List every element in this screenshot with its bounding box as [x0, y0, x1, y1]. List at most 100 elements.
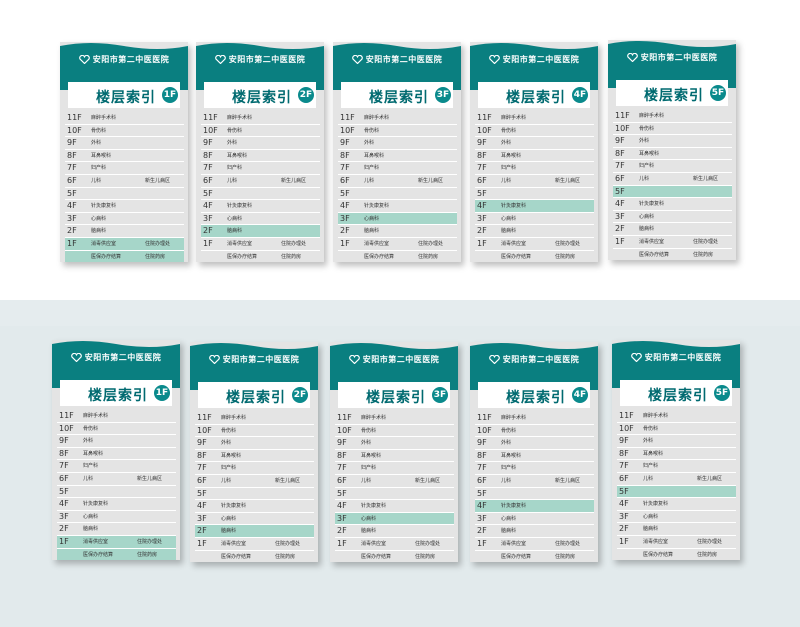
floor-number: 2F [59, 524, 69, 534]
floor-number: 9F [67, 138, 77, 148]
hospital-name-text: 安阳市第二中医医院 [228, 55, 306, 64]
floor-row: 4F 针灸康复科 [57, 498, 176, 511]
floor-row: 10F 骨伤科 [475, 125, 594, 138]
department-name: 针灸康复科 [361, 503, 387, 510]
department-name: 医保办疗结算 [361, 553, 392, 560]
floor-number: 4F [615, 199, 625, 209]
department-name: 儿科 [83, 475, 94, 482]
department-name: 心病科 [361, 515, 377, 522]
floor-number: 8F [477, 450, 487, 460]
heart-logo-icon [630, 352, 642, 363]
department-name: 外科 [364, 140, 375, 147]
department-name: 骨伤科 [361, 427, 377, 434]
floor-row: 8F 耳鼻喉科 [617, 448, 736, 461]
department-name-secondary: 新生儿病区 [275, 477, 301, 484]
floor-number: 2F [477, 226, 487, 236]
department-name: 耳鼻喉科 [83, 450, 104, 457]
department-name: 骨伤科 [83, 425, 99, 432]
sign-title: 楼层索引 [366, 390, 426, 406]
floor-row: 1F 消毒供应室 住院办理处 [335, 538, 454, 551]
floor-list: 11F 麻醉手术科 10F 骨伤科 9F 外科 8F 耳鼻喉科 7F 妇产科 6F 儿科 新生儿病区 5F… [195, 412, 314, 562]
floor-number: 10F [615, 123, 630, 133]
floor-row: 8F 耳鼻喉科 [195, 450, 314, 463]
hospital-name: 安阳市第二中医医院 [52, 352, 180, 363]
department-name: 耳鼻喉科 [91, 152, 112, 159]
floor-number: 11F [197, 413, 212, 422]
department-name: 外科 [361, 440, 372, 447]
floor-badge: 3F [432, 387, 448, 403]
floor-row: 5F [475, 488, 594, 501]
floor-number: 1F [197, 538, 207, 548]
floor-row: 1F 消毒供应室 住院办理处 [338, 238, 457, 251]
floor-row: 9F 外科 [613, 135, 732, 148]
floor-index-sign: 安阳市第二中医医院 楼层索引 5F 11F 麻醉手术科 10F 骨伤科 9F 外科 8F 耳鼻喉科 7… [612, 340, 740, 560]
floor-number: 8F [615, 148, 625, 158]
department-name: 儿科 [643, 475, 654, 482]
title-bar: 楼层索引 2F [198, 382, 310, 408]
floor-row: 1F 消毒供应室 住院办理处 [65, 237, 184, 251]
hospital-name-text: 安阳市第二中医医院 [644, 353, 722, 362]
floor-number: 3F [477, 513, 487, 523]
floor-number: 1F [203, 238, 213, 248]
department-name-secondary: 新生儿病区 [137, 475, 163, 482]
department-name-secondary: 住院办理处 [415, 540, 441, 547]
floor-number: 7F [477, 163, 487, 173]
department-name: 儿科 [361, 477, 372, 484]
floor-number: 9F [615, 136, 625, 146]
floor-index-sign: 安阳市第二中医医院 楼层索引 3F 11F 麻醉手术科 10F 骨伤科 9F 外科 8F 耳鼻喉科 7… [333, 42, 461, 262]
department-name-secondary: 住院办理处 [555, 540, 581, 547]
floor-number: 9F [477, 438, 487, 448]
floor-number: 4F [337, 501, 347, 511]
floor-badge: 1F [154, 385, 170, 401]
floor-row: 7F 妇产科 [613, 160, 732, 173]
floor-number: 5F [203, 188, 213, 198]
department-name: 脑病科 [501, 228, 517, 235]
department-name: 耳鼻喉科 [501, 452, 522, 459]
floor-number: 4F [619, 499, 629, 509]
department-name: 儿科 [227, 177, 238, 184]
floor-row: 1F 消毒供应室 住院办理处 [613, 236, 732, 249]
floor-row: 2F 脑病科 [335, 525, 454, 538]
floor-number: 3F [203, 213, 213, 223]
floor-row: 6F 儿科 新生儿病区 [201, 175, 320, 188]
hospital-name: 安阳市第二中医医院 [333, 54, 461, 65]
department-name: 医保办疗结算 [501, 553, 532, 560]
floor-number: 2F [197, 526, 207, 536]
floor-row: 3F 心病科 [475, 213, 594, 226]
floor-number: 9F [619, 436, 629, 446]
floor-number: 8F [619, 448, 629, 458]
floor-row: 11F 麻醉手术科 [57, 410, 176, 423]
floor-number: 3F [67, 213, 77, 223]
floor-number: 3F [340, 213, 350, 223]
department-name: 针灸康复科 [83, 501, 109, 508]
floor-row: 4F 针灸康复科 [65, 200, 184, 213]
floor-row: 5F [57, 486, 176, 499]
department-name-secondary: 住院药房 [281, 253, 302, 260]
department-name-secondary: 住院办理处 [137, 538, 163, 545]
floor-row: 8F 耳鼻喉科 [338, 150, 457, 163]
floor-list: 11F 麻醉手术科 10F 骨伤科 9F 外科 8F 耳鼻喉科 7F 妇产科 6F 儿科 新生儿病区 5F… [57, 410, 176, 560]
floor-number: 7F [477, 463, 487, 473]
floor-badge: 5F [710, 85, 726, 101]
floor-number: 3F [337, 513, 347, 523]
floor-row: 8F 耳鼻喉科 [65, 150, 184, 163]
department-name: 脑病科 [361, 528, 377, 535]
floor-number: 4F [67, 201, 77, 211]
floor-number: 6F [340, 175, 350, 185]
floor-number: 3F [59, 511, 69, 521]
floor-row: 1F 消毒供应室 住院办理处 [475, 238, 594, 251]
hospital-name: 安阳市第二中医医院 [470, 54, 598, 65]
floor-number: 5F [197, 488, 207, 498]
floor-row: 2F 脑病科 [475, 225, 594, 238]
floor-row: 1F 消毒供应室 住院办理处 [617, 536, 736, 549]
floor-row: 3F 心病科 [335, 512, 454, 526]
floor-number: 10F [67, 125, 82, 135]
department-name: 外科 [501, 440, 512, 447]
department-name: 针灸康复科 [501, 203, 527, 210]
department-name: 麻醉手术科 [501, 115, 527, 121]
floor-row: 10F 骨伤科 [335, 425, 454, 438]
floor-number: 5F [477, 488, 487, 498]
department-name-secondary: 住院药房 [697, 551, 718, 558]
floor-number: 1F [619, 536, 629, 546]
floor-row: 10F 骨伤科 [201, 125, 320, 138]
